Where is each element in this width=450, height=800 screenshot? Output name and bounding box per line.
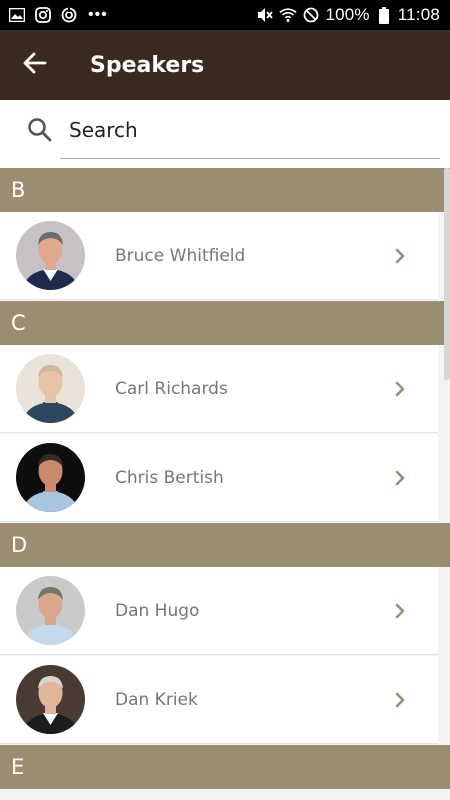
do-not-disturb-icon bbox=[302, 6, 320, 24]
search-underline bbox=[60, 158, 440, 159]
speaker-list[interactable]: B Bruce Whitfield C Carl Richards Chris Bert… bbox=[0, 168, 450, 800]
mute-icon bbox=[256, 6, 274, 24]
section-header-e: E bbox=[0, 745, 450, 789]
speaker-card[interactable]: Chris Bertish bbox=[0, 434, 438, 522]
search-icon bbox=[27, 117, 53, 143]
avatar bbox=[16, 576, 85, 645]
speaker-name: Bruce Whitfield bbox=[115, 245, 246, 266]
avatar bbox=[16, 354, 85, 423]
speaker-card[interactable]: Carl Richards bbox=[0, 345, 438, 433]
avatar bbox=[16, 443, 85, 512]
speaker-name: Dan Hugo bbox=[115, 600, 200, 621]
avatar bbox=[16, 665, 85, 734]
status-right: 100% 11:08 bbox=[256, 5, 440, 25]
battery-icon bbox=[375, 6, 393, 24]
chevron-right-icon bbox=[390, 468, 410, 488]
section-header-c: C bbox=[0, 301, 450, 345]
chevron-right-icon bbox=[390, 379, 410, 399]
speaker-card[interactable]: Dan Kriek bbox=[0, 656, 438, 744]
section-header-b: B bbox=[0, 168, 450, 212]
image-icon bbox=[8, 6, 26, 24]
list-item[interactable]: Dan Hugo bbox=[0, 567, 450, 656]
scrollbar[interactable] bbox=[444, 168, 450, 380]
list-item[interactable]: Dan Kriek bbox=[0, 656, 450, 745]
speaker-name: Carl Richards bbox=[115, 378, 228, 399]
speaker-card[interactable]: Bruce Whitfield bbox=[0, 212, 438, 300]
chevron-right-icon bbox=[390, 601, 410, 621]
back-arrow-icon bbox=[23, 52, 47, 78]
search-bar bbox=[0, 100, 450, 168]
search-input[interactable] bbox=[60, 112, 440, 148]
avatar bbox=[16, 221, 85, 290]
page-title: Speakers bbox=[90, 52, 205, 78]
status-left: ••• bbox=[8, 6, 108, 24]
back-button[interactable] bbox=[0, 30, 70, 100]
list-item[interactable]: Chris Bertish bbox=[0, 434, 450, 523]
chevron-right-icon bbox=[390, 246, 410, 266]
list-item[interactable]: Bruce Whitfield bbox=[0, 212, 450, 301]
wifi-icon bbox=[279, 6, 298, 24]
more-dots-icon: ••• bbox=[88, 6, 108, 23]
speaker-name: Chris Bertish bbox=[115, 467, 224, 488]
speaker-card[interactable]: Dan Hugo bbox=[0, 567, 438, 655]
status-bar: ••• 100% 11:08 bbox=[0, 0, 450, 30]
instagram-icon bbox=[34, 6, 52, 24]
app-bar: Speakers bbox=[0, 30, 450, 100]
speaker-name: Dan Kriek bbox=[115, 689, 198, 710]
list-item[interactable]: Carl Richards bbox=[0, 345, 450, 434]
chevron-right-icon bbox=[390, 690, 410, 710]
status-time: 11:08 bbox=[397, 5, 440, 24]
battery-percent: 100% bbox=[325, 5, 370, 24]
section-header-d: D bbox=[0, 523, 450, 567]
sync-icon bbox=[60, 6, 78, 24]
